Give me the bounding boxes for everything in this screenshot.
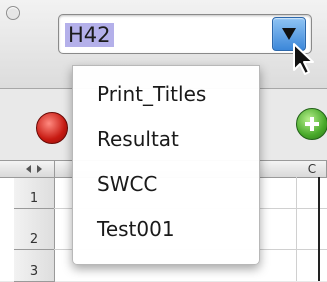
column-header-c[interactable]: C: [298, 161, 327, 177]
mouse-pointer-icon: [293, 43, 314, 75]
window-circle-button[interactable]: [6, 6, 20, 20]
chevron-down-icon: [282, 28, 296, 40]
row-header-2[interactable]: 2: [14, 209, 55, 250]
close-workbook-icon[interactable]: [36, 112, 68, 144]
row-header-label: 2: [29, 232, 39, 247]
column-divider: [318, 177, 320, 281]
menu-item-swcc[interactable]: SWCC: [73, 164, 259, 204]
name-box-value[interactable]: H42: [65, 23, 114, 47]
row-header-label: 3: [29, 264, 39, 279]
add-sheet-icon[interactable]: [296, 108, 327, 140]
row-header-label: 1: [29, 191, 39, 206]
named-ranges-dropdown-menu: Print_Titles Resultat SWCC Test001: [72, 65, 260, 265]
menu-item-test001[interactable]: Test001: [73, 209, 259, 249]
row-header-3[interactable]: 3: [14, 250, 55, 282]
menu-item-resultat[interactable]: Resultat: [73, 119, 259, 159]
menu-item-print-titles[interactable]: Print_Titles: [73, 74, 259, 114]
column-divider: [296, 177, 297, 281]
select-all-corner-icon[interactable]: [14, 161, 55, 177]
row-header-1[interactable]: 1: [14, 178, 55, 209]
